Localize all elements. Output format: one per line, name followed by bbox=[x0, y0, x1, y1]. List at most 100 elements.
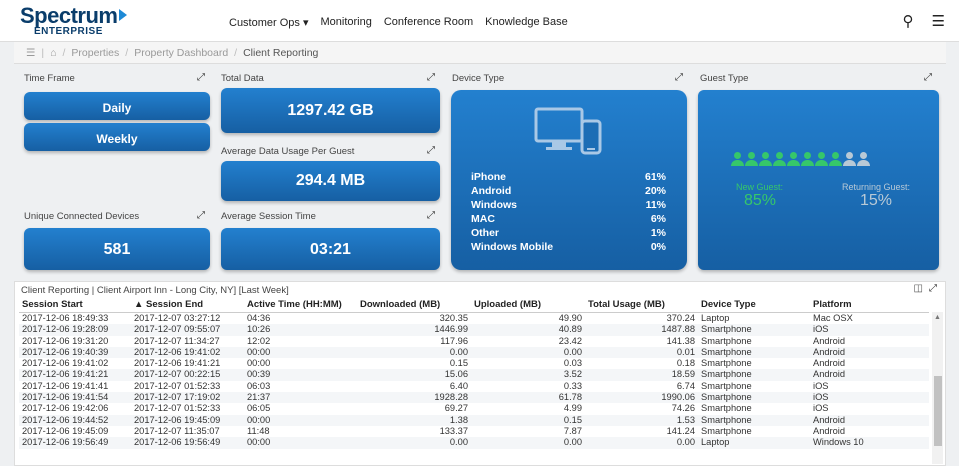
cell-session-start: 2017-12-06 19:41:21 bbox=[19, 369, 131, 381]
expand-icon[interactable]: ⤢ bbox=[924, 72, 932, 83]
guest-person-icon bbox=[731, 152, 744, 168]
guest-icons bbox=[731, 152, 871, 171]
expand-icon[interactable]: ⤢ bbox=[929, 283, 937, 294]
table-row[interactable]: 2017-12-06 19:41:21 2017-12-07 00:22:15 00… bbox=[19, 369, 929, 381]
cell-downloaded: 320.35 bbox=[439, 313, 468, 323]
cell-device-type: Smartphone bbox=[701, 358, 752, 369]
table-scrollbar[interactable]: ▲ bbox=[932, 312, 943, 464]
sidebar-toggle-icon[interactable]: ☰ bbox=[26, 47, 35, 59]
column-header-device-type[interactable]: Device Type bbox=[698, 297, 810, 313]
logo-text: Spectrum bbox=[20, 3, 118, 28]
column-header-active-time[interactable]: Active Time (HH:MM) bbox=[244, 297, 357, 313]
cell-uploaded: 4.99 bbox=[563, 403, 582, 414]
cell-active-time: 06:05 bbox=[247, 403, 271, 414]
guest-person-icon bbox=[787, 152, 800, 168]
cell-session-start: 2017-12-06 19:40:39 bbox=[19, 346, 131, 359]
table-row[interactable]: 2017-12-06 19:40:39 2017-12-06 19:41:02 00… bbox=[19, 346, 929, 359]
table-row[interactable]: 2017-12-06 19:28:09 2017-12-07 09:55:07 10… bbox=[19, 324, 929, 336]
breadcrumb: ☰ | ⌂ / Properties / Property Dashboard … bbox=[14, 42, 946, 64]
spectrum-logo[interactable]: Spectrum ENTERPRISE bbox=[20, 3, 128, 37]
table-row[interactable]: 2017-12-06 19:41:54 2017-12-07 17:19:02 21… bbox=[19, 392, 929, 404]
cell-device-type: Smartphone bbox=[701, 403, 752, 414]
columns-icon[interactable]: ◫ bbox=[914, 283, 923, 294]
cell-device-type: Smartphone bbox=[698, 414, 810, 426]
cell-device-type: Smartphone bbox=[701, 380, 752, 391]
top-navbar: Spectrum ENTERPRISE Customer Ops ▾ Monit… bbox=[0, 0, 959, 42]
expand-icon[interactable]: ⤢ bbox=[197, 72, 205, 83]
cell-session-end: 2017-12-06 19:41:02 bbox=[131, 346, 244, 359]
cell-uploaded: 0.15 bbox=[471, 414, 585, 426]
cell-platform: Android bbox=[813, 425, 846, 436]
logo-subtext: ENTERPRISE bbox=[34, 26, 103, 37]
table-row[interactable]: 2017-12-06 19:31:20 2017-12-07 11:34:27 12… bbox=[19, 336, 929, 347]
scrollbar-thumb[interactable] bbox=[934, 376, 942, 446]
expand-icon[interactable]: ⤢ bbox=[675, 72, 683, 83]
search-icon[interactable]: ⚲ bbox=[903, 12, 914, 30]
column-header-session-end[interactable]: ▲ Session End bbox=[131, 297, 244, 313]
weekly-button[interactable]: Weekly bbox=[24, 123, 210, 151]
cell-total-usage: 141.38 bbox=[666, 335, 695, 346]
scroll-up-icon[interactable]: ▲ bbox=[934, 314, 941, 321]
cell-platform: iOS bbox=[810, 324, 929, 336]
unique-devices-value: 581 bbox=[24, 228, 210, 270]
device-row-windows-mobile: Windows Mobile 0% bbox=[471, 241, 666, 253]
cell-session-end: 2017-12-07 01:52:33 bbox=[134, 380, 221, 391]
cell-uploaded: 0.00 bbox=[471, 346, 585, 359]
cell-total-usage: 1.53 bbox=[585, 414, 698, 426]
device-pct: 11% bbox=[645, 199, 666, 211]
column-header-downloaded[interactable]: Downloaded (MB) bbox=[357, 297, 471, 313]
cell-platform: Android bbox=[810, 369, 929, 381]
nav-conference-room[interactable]: Conference Room bbox=[384, 16, 473, 29]
table-row[interactable]: 2017-12-06 18:49:33 2017-12-07 03:27:12 04… bbox=[19, 313, 929, 325]
device-pct: 0% bbox=[650, 241, 666, 253]
expand-icon[interactable]: ⤢ bbox=[427, 210, 435, 221]
cell-total-usage: 370.24 bbox=[666, 313, 695, 323]
nav-monitoring[interactable]: Monitoring bbox=[321, 16, 372, 29]
expand-icon[interactable]: ⤢ bbox=[427, 72, 435, 83]
breadcrumb-property-dashboard[interactable]: Property Dashboard bbox=[134, 47, 228, 59]
table-row[interactable]: 2017-12-06 19:56:49 2017-12-06 19:56:49 00… bbox=[19, 437, 929, 449]
cell-downloaded: 117.96 bbox=[440, 335, 468, 346]
device-name: MAC bbox=[471, 213, 495, 225]
expand-icon[interactable]: ⤢ bbox=[427, 145, 435, 156]
cell-platform: iOS bbox=[810, 392, 929, 404]
new-guest-value: 85% bbox=[744, 192, 777, 209]
cell-session-start: 2017-12-06 19:45:09 bbox=[22, 425, 109, 436]
device-name: Windows Mobile bbox=[471, 241, 554, 253]
device-pct: 20% bbox=[644, 185, 666, 197]
nav-customer-ops[interactable]: Customer Ops ▾ bbox=[229, 16, 309, 29]
cell-device-type: Smartphone bbox=[701, 425, 752, 436]
table-row[interactable]: 2017-12-06 19:41:02 2017-12-06 19:41:21 00… bbox=[19, 358, 929, 369]
home-icon[interactable]: ⌂ bbox=[50, 47, 56, 59]
cell-session-end: 2017-12-06 19:41:21 bbox=[134, 358, 221, 369]
column-header-platform[interactable]: Platform bbox=[810, 297, 929, 313]
breadcrumb-separator: | bbox=[41, 46, 45, 59]
cell-uploaded: 3.52 bbox=[471, 369, 585, 381]
cell-session-end: 2017-12-07 03:27:12 bbox=[134, 313, 221, 323]
menu-icon[interactable]: ☰ bbox=[932, 12, 945, 30]
device-row-android: Android 20% bbox=[471, 185, 666, 197]
cell-device-type: Smartphone bbox=[698, 324, 810, 336]
cell-downloaded: 15.06 bbox=[357, 369, 471, 381]
table-row[interactable]: 2017-12-06 19:44:52 2017-12-06 19:45:09 00… bbox=[19, 414, 929, 426]
cell-active-time: 00:00 bbox=[247, 358, 271, 369]
device-name: Other bbox=[471, 227, 500, 239]
cell-platform: iOS bbox=[813, 380, 829, 391]
client-reporting-table-panel: Client Reporting | Client Airport Inn - … bbox=[14, 281, 946, 466]
breadcrumb-properties[interactable]: Properties bbox=[71, 47, 119, 59]
column-header-uploaded[interactable]: Uploaded (MB) bbox=[471, 297, 585, 313]
cell-session-end: 2017-12-07 17:19:02 bbox=[131, 392, 244, 404]
table-row[interactable]: 2017-12-06 19:41:41 2017-12-07 01:52:33 06… bbox=[19, 381, 929, 392]
column-header-session-start[interactable]: Session Start bbox=[19, 297, 131, 313]
table-row[interactable]: 2017-12-06 19:45:09 2017-12-07 11:35:07 11… bbox=[19, 426, 929, 437]
cell-total-usage: 0.01 bbox=[585, 346, 698, 359]
daily-button[interactable]: Daily bbox=[24, 92, 210, 120]
breadcrumb-separator: / bbox=[62, 46, 66, 59]
expand-icon[interactable]: ⤢ bbox=[197, 210, 205, 221]
column-header-total-usage[interactable]: Total Usage (MB) bbox=[585, 297, 698, 313]
cell-session-end: 2017-12-06 19:56:49 bbox=[131, 437, 244, 449]
avg-usage-value: 294.4 MB bbox=[221, 161, 440, 201]
cell-uploaded: 0.33 bbox=[563, 380, 582, 391]
nav-knowledge-base[interactable]: Knowledge Base bbox=[485, 16, 568, 29]
table-row[interactable]: 2017-12-06 19:42:06 2017-12-07 01:52:33 06… bbox=[19, 403, 929, 414]
